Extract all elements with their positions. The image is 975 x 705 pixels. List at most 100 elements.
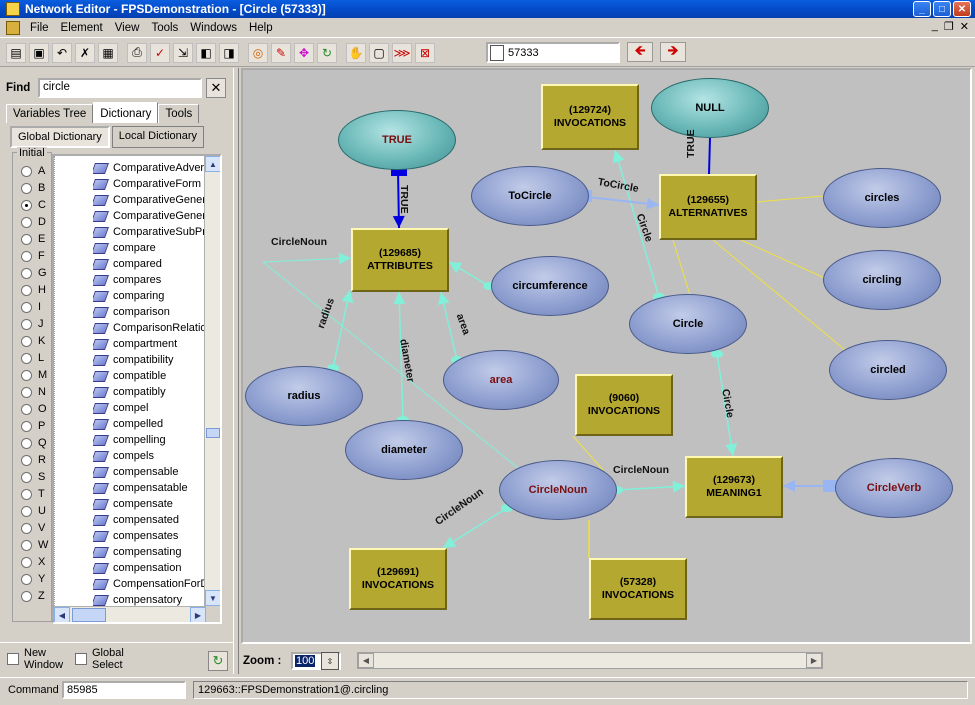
letter-radio[interactable] (21, 250, 32, 262)
letter-option-v[interactable]: V (21, 520, 45, 536)
mdi-restore-icon[interactable]: ❐ (944, 20, 954, 33)
letter-option-u[interactable]: U (21, 503, 46, 519)
list-item[interactable]: ComparativeGenera (93, 208, 207, 224)
delete-link-icon[interactable]: ✗ (75, 42, 95, 63)
letter-option-z[interactable]: Z (21, 588, 45, 604)
tab-variables-tree[interactable]: Variables Tree (6, 104, 94, 123)
letter-radio[interactable] (21, 284, 32, 296)
letter-radio[interactable] (21, 573, 32, 585)
list-item[interactable]: compensate (93, 496, 207, 512)
letter-radio[interactable] (21, 471, 32, 483)
letter-radio[interactable] (21, 233, 32, 245)
forward-arrow-button[interactable]: 🡺 (660, 42, 686, 62)
list-item[interactable]: compensable (93, 464, 207, 480)
letter-radio[interactable] (21, 301, 32, 313)
global-select-checkbox[interactable] (75, 653, 87, 665)
letter-option-x[interactable]: X (21, 554, 45, 570)
tab-tools[interactable]: Tools (158, 104, 200, 123)
mdi-close-icon[interactable]: ✕ (960, 20, 969, 33)
list-item[interactable]: ComparativeSubPre (93, 224, 207, 240)
letter-radio[interactable] (21, 267, 32, 279)
node-alternatives[interactable]: (129655) ALTERNATIVES (659, 174, 757, 240)
letter-option-o[interactable]: O (21, 401, 47, 417)
list-horizontal-scrollbar[interactable]: ◀ ▶ (54, 606, 206, 622)
letter-option-g[interactable]: G (21, 265, 47, 281)
letter-option-q[interactable]: Q (21, 435, 47, 451)
menu-windows[interactable]: Windows (184, 22, 243, 34)
move-icon[interactable]: ✥ (294, 42, 314, 63)
letter-option-p[interactable]: P (21, 418, 45, 434)
node-inv129724[interactable]: (129724) INVOCATIONS (541, 84, 639, 150)
hscroll-thumb[interactable] (72, 608, 106, 622)
select-box-icon[interactable]: ▢ (369, 42, 389, 63)
list-item[interactable]: compatible (93, 368, 207, 384)
node-circles[interactable]: circles (823, 168, 941, 228)
undo-icon[interactable]: ↶ (52, 42, 72, 63)
canvas-scroll-left-icon[interactable]: ◀ (358, 653, 374, 668)
list-item[interactable]: compared (93, 256, 207, 272)
letter-radio[interactable] (21, 454, 32, 466)
letter-option-l[interactable]: L (21, 350, 44, 366)
letter-option-w[interactable]: W (21, 537, 48, 553)
letter-option-d[interactable]: D (21, 214, 46, 230)
letter-option-a[interactable]: A (21, 163, 45, 179)
check-icon[interactable]: ✓ (150, 42, 170, 63)
list-item[interactable]: compelled (93, 416, 207, 432)
find-input[interactable]: circle (38, 78, 202, 98)
list-item[interactable]: ComparativeGenera (93, 192, 207, 208)
print-icon[interactable]: ⎙ (127, 42, 147, 63)
command-input[interactable]: 85985 (62, 681, 186, 699)
list-item[interactable]: compensated (93, 512, 207, 528)
list-item[interactable]: compels (93, 448, 207, 464)
save-icon[interactable]: ▣ (29, 42, 49, 63)
panel-splitter[interactable] (233, 68, 239, 674)
menu-element[interactable]: Element (55, 22, 109, 34)
letter-radio[interactable] (21, 403, 32, 415)
node-attributes[interactable]: (129685) ATTRIBUTES (351, 228, 449, 292)
letter-radio[interactable] (21, 216, 32, 228)
letter-option-j[interactable]: J (21, 316, 44, 332)
dictionary-list[interactable]: ComparativeAdverb ComparativeForm Comparat… (52, 154, 222, 624)
menu-tools[interactable]: Tools (145, 22, 184, 34)
layout-icon[interactable]: ◧ (196, 42, 216, 63)
list-item[interactable]: compares (93, 272, 207, 288)
letter-radio[interactable] (21, 539, 32, 551)
close-button[interactable]: ✕ (953, 1, 971, 17)
list-item[interactable]: compatibility (93, 352, 207, 368)
letter-option-s[interactable]: S (21, 469, 45, 485)
letter-radio[interactable] (21, 182, 32, 194)
refresh-list-button[interactable]: ↻ (208, 651, 228, 671)
list-item[interactable]: compensatable (93, 480, 207, 496)
list-item[interactable]: compare (93, 240, 207, 256)
list-item[interactable]: compel (93, 400, 207, 416)
maximize-button[interactable]: □ (933, 1, 951, 17)
tab-local-dictionary[interactable]: Local Dictionary (111, 126, 205, 148)
letter-radio[interactable] (21, 488, 32, 500)
list-vertical-scrollbar[interactable]: ▲ ▼ (204, 156, 220, 606)
list-item[interactable]: ComparisonRelation (93, 320, 207, 336)
letter-option-i[interactable]: I (21, 299, 41, 315)
letter-option-m[interactable]: M (21, 367, 47, 383)
list-item[interactable]: compensates (93, 528, 207, 544)
node-circled[interactable]: circled (829, 340, 947, 400)
new-window-checkbox[interactable] (7, 653, 19, 665)
letter-radio[interactable] (21, 522, 32, 534)
stop-icon[interactable]: ⊠ (415, 42, 435, 63)
letter-option-h[interactable]: H (21, 282, 46, 298)
letter-radio[interactable] (21, 318, 32, 330)
letter-radio[interactable] (21, 352, 32, 364)
node-tocircle[interactable]: ToCircle (471, 166, 589, 226)
list-item[interactable]: ComparativeAdverb (93, 160, 207, 176)
menu-view[interactable]: View (109, 22, 146, 34)
clear-find-button[interactable]: ✕ (206, 78, 226, 98)
letter-option-f[interactable]: F (21, 248, 45, 264)
list-item[interactable]: ComparativeForm (93, 176, 207, 192)
list-item[interactable]: compensating (93, 544, 207, 560)
tab-dictionary[interactable]: Dictionary (93, 102, 159, 123)
link-tool-icon[interactable]: ⋙ (392, 42, 412, 63)
letter-radio[interactable] (21, 556, 32, 568)
node-circumference[interactable]: circumference (491, 256, 609, 316)
letter-option-n[interactable]: N (21, 384, 46, 400)
back-arrow-button[interactable]: 🡸 (627, 42, 653, 62)
grid-icon[interactable]: ▦ (98, 42, 118, 63)
